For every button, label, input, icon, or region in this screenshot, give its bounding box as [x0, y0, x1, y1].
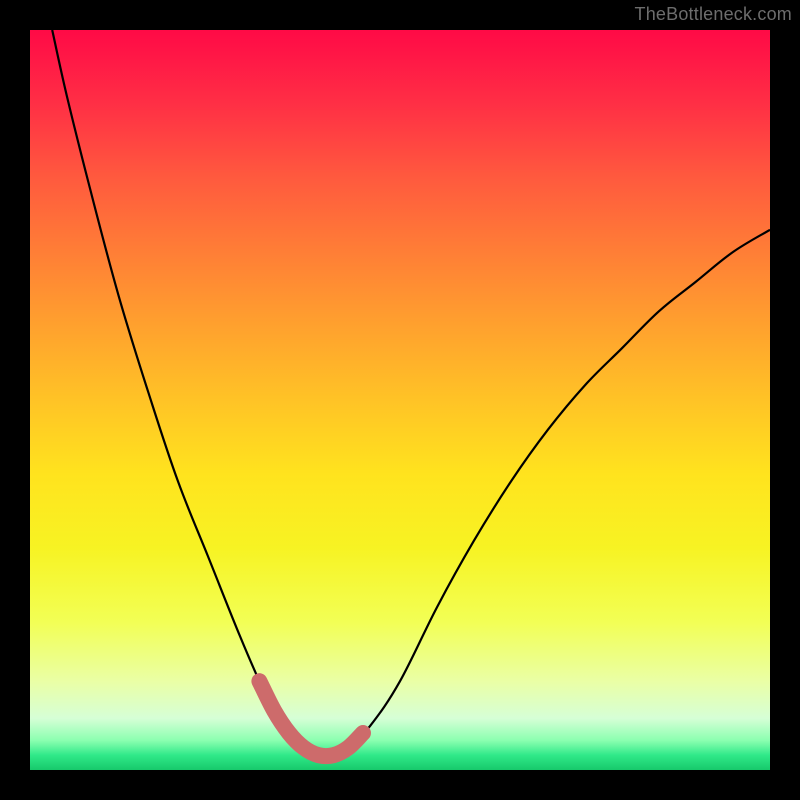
- bottleneck-curve: [30, 30, 770, 770]
- chart-frame: TheBottleneck.com: [0, 0, 800, 800]
- curve-line: [52, 30, 770, 756]
- valley-highlight: [259, 681, 363, 756]
- plot-area: [30, 30, 770, 770]
- attribution-label: TheBottleneck.com: [635, 4, 792, 25]
